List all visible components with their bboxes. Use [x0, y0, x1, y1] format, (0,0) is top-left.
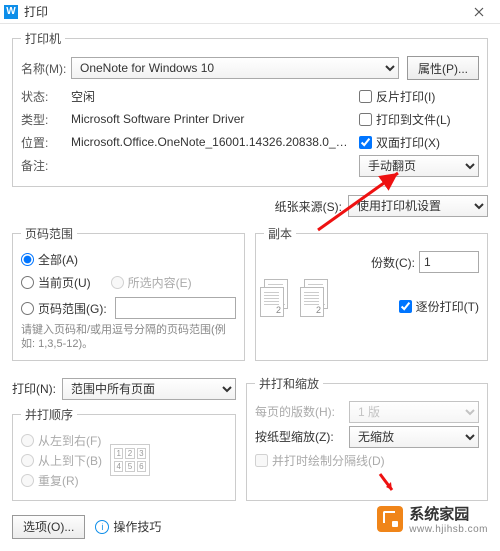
collate-checkbox[interactable]: [399, 300, 412, 313]
duplex-checkbox[interactable]: [359, 136, 372, 149]
drawline-label: 并打时绘制分隔线(D): [272, 452, 385, 469]
comment-label: 备注:: [21, 157, 71, 174]
range-pages-label: 页码范围(G):: [38, 300, 107, 317]
order-repeat-label: 重复(R): [38, 472, 79, 489]
properties-button[interactable]: 属性(P)...: [407, 56, 479, 80]
order-group: 并打顺序 从左到右(F) 从上到下(B) 重复(R) 123456: [12, 406, 236, 501]
options-button[interactable]: 选项(O)...: [12, 515, 85, 539]
zoom-group: 并打和缩放 每页的版数(H):1 版 按纸型缩放(Z):无缩放 并打时绘制分隔线…: [246, 375, 488, 501]
type-label: 类型:: [21, 111, 71, 128]
paper-source-label: 纸张来源(S):: [275, 198, 342, 215]
watermark: 系统家园 www.hjihsb.com: [373, 501, 492, 537]
copies-count-input[interactable]: [419, 251, 479, 273]
range-hint: 请键入页码和/或用逗号分隔的页码范围(例如: 1,3,5-12)。: [21, 323, 236, 352]
tips-link[interactable]: i操作技巧: [95, 518, 161, 535]
page-icon: 2: [300, 287, 324, 317]
tofile-label: 打印到文件(L): [376, 111, 451, 128]
status-value: 空闲: [71, 88, 95, 105]
zoom-legend: 并打和缩放: [255, 375, 323, 392]
name-label: 名称(M):: [21, 60, 71, 77]
paper-source-select[interactable]: 使用打印机设置: [348, 195, 488, 217]
status-label: 状态:: [21, 88, 71, 105]
perpage-select: 1 版: [349, 401, 479, 423]
page-icon: 2: [260, 287, 284, 317]
range-selection-radio: [111, 276, 124, 289]
range-legend: 页码范围: [21, 225, 77, 242]
reverse-checkbox[interactable]: [359, 90, 372, 103]
range-current-label: 当前页(U): [38, 274, 91, 291]
scale-label: 按纸型缩放(Z):: [255, 428, 345, 445]
close-button[interactable]: [462, 1, 496, 23]
drawline-checkbox: [255, 454, 268, 467]
range-group: 页码范围 全部(A) 当前页(U) 所选内容(E) 页码范围(G): 请键入页码…: [12, 225, 245, 361]
watermark-domain: www.hjihsb.com: [409, 524, 488, 535]
range-pages-input[interactable]: [115, 297, 236, 319]
watermark-logo-icon: [377, 506, 403, 532]
copies-group: 副本 份数(C): 1 2 1 2 逐份打印(T): [255, 225, 488, 361]
tofile-checkbox[interactable]: [359, 113, 372, 126]
printer-legend: 打印机: [21, 30, 65, 47]
order-tb-radio: [21, 454, 34, 467]
range-current-radio[interactable]: [21, 276, 34, 289]
order-legend: 并打顺序: [21, 406, 77, 423]
range-all-radio[interactable]: [21, 253, 34, 266]
scale-select[interactable]: 无缩放: [349, 426, 479, 448]
watermark-name: 系统家园: [409, 503, 488, 524]
copies-legend: 副本: [264, 225, 296, 242]
printer-group: 打印机 名称(M): OneNote for Windows 10 属性(P).…: [12, 30, 488, 187]
printwhat-label: 打印(N):: [12, 380, 56, 397]
order-repeat-radio: [21, 474, 34, 487]
perpage-label: 每页的版数(H):: [255, 403, 345, 420]
range-pages-radio[interactable]: [21, 302, 34, 315]
collate-label: 逐份打印(T): [416, 298, 479, 315]
where-label: 位置:: [21, 134, 71, 151]
window-title: 打印: [24, 3, 462, 20]
reverse-label: 反片打印(I): [376, 88, 435, 105]
duplex-mode-select[interactable]: 手动翻页: [359, 155, 479, 177]
order-tb-label: 从上到下(B): [38, 452, 102, 469]
range-selection-label: 所选内容(E): [128, 274, 192, 291]
printer-name-select[interactable]: OneNote for Windows 10: [71, 57, 399, 79]
printwhat-select[interactable]: 范围中所有页面: [62, 378, 236, 400]
duplex-label: 双面打印(X): [376, 134, 440, 151]
type-value: Microsoft Software Printer Driver: [71, 112, 244, 126]
range-all-label: 全部(A): [38, 251, 78, 268]
info-icon: i: [95, 520, 109, 534]
copies-count-label: 份数(C):: [371, 254, 415, 271]
order-lr-radio: [21, 434, 34, 447]
app-icon: W: [4, 5, 18, 19]
where-value: Microsoft.Office.OneNote_16001.14326.208…: [71, 135, 351, 149]
order-lr-label: 从左到右(F): [38, 432, 101, 449]
order-preview-icon: 123456: [110, 444, 150, 476]
